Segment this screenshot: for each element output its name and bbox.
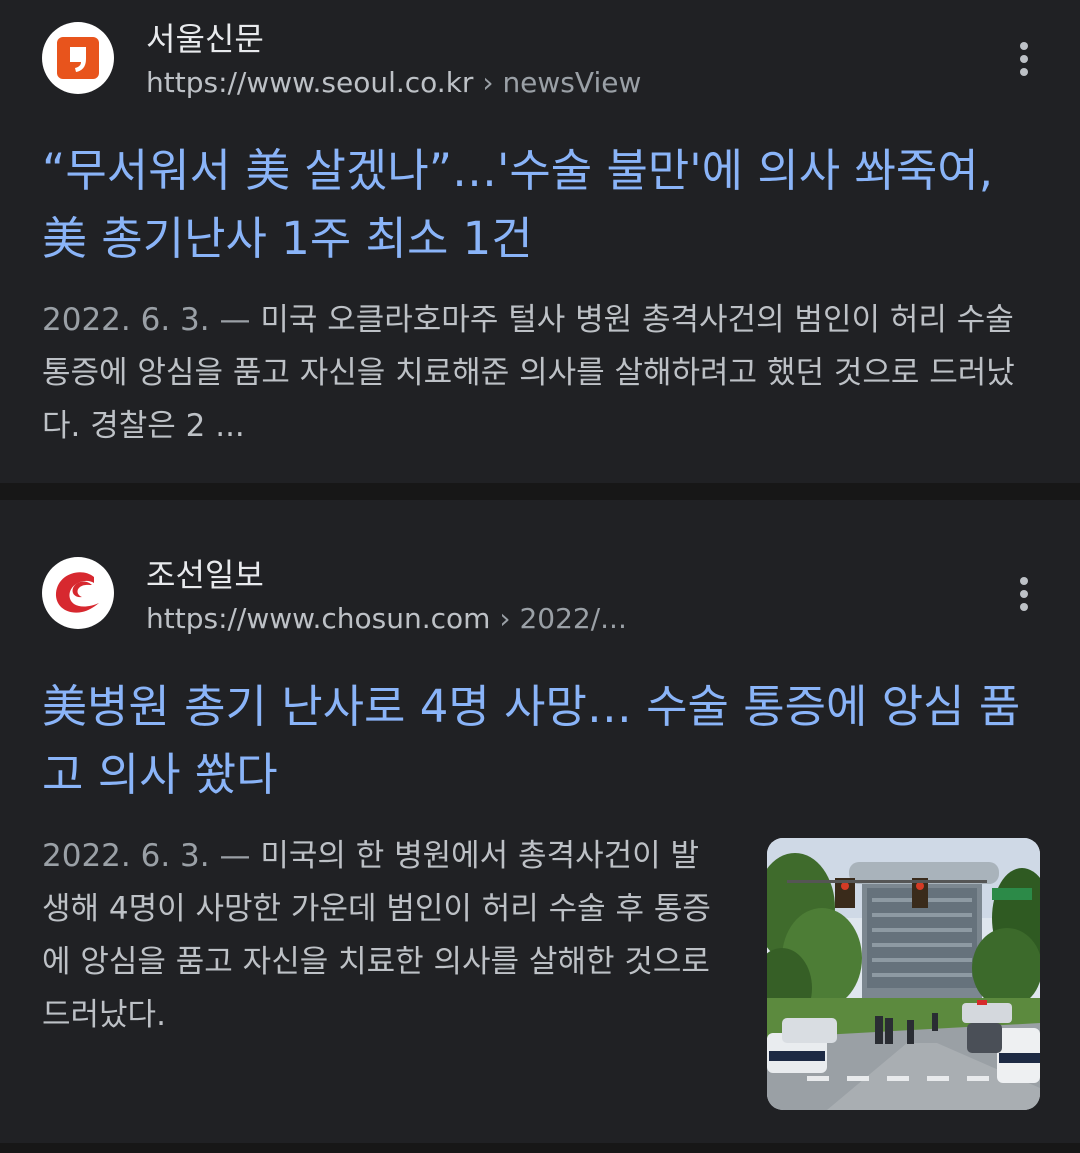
result-url[interactable]: https://www.seoul.co.kr › newsView	[146, 66, 641, 99]
url-path: newsView	[502, 66, 642, 99]
result-title-link[interactable]: “무서워서 美 살겠나”…'수술 불만'에 의사 쏴죽여, 美 총기난사 1주 …	[42, 137, 1042, 273]
result-url[interactable]: https://www.chosun.com › 2022/...	[146, 602, 627, 635]
result-title-link[interactable]: 美병원 총기 난사로 4명 사망… 수술 통증에 앙심 품고 의사 쐈다	[42, 673, 1042, 809]
more-options-icon[interactable]	[1004, 37, 1044, 81]
result-date: 2022. 6. 3.	[42, 302, 210, 338]
date-dash: —	[209, 838, 261, 874]
result-snippet: 2022. 6. 3. — 미국의 한 병원에서 총격사건이 발생해 4명이 사…	[42, 830, 722, 1042]
site-name[interactable]: 조선일보	[146, 550, 264, 596]
date-dash: —	[209, 302, 261, 338]
more-options-icon[interactable]	[1004, 572, 1044, 616]
seoul-shinmun-favicon-icon[interactable]	[42, 22, 114, 94]
result-thumbnail-image[interactable]	[767, 838, 1040, 1110]
url-domain: https://www.chosun.com	[146, 602, 491, 635]
url-separator: ›	[473, 66, 503, 99]
url-path: 2022/...	[519, 602, 627, 635]
url-separator: ›	[490, 602, 520, 635]
site-name[interactable]: 서울신문	[146, 14, 264, 60]
result-date: 2022. 6. 3.	[42, 838, 210, 874]
search-result-1: 서울신문 https://www.seoul.co.kr › newsView …	[0, 0, 1080, 483]
result-divider	[0, 483, 1080, 500]
result-snippet: 2022. 6. 3. — 미국 오클라호마주 털사 병원 총격사건의 범인이 …	[42, 294, 1032, 453]
result-divider	[0, 1143, 1080, 1153]
chosun-ilbo-favicon-icon[interactable]	[42, 557, 114, 629]
url-domain: https://www.seoul.co.kr	[146, 66, 474, 99]
